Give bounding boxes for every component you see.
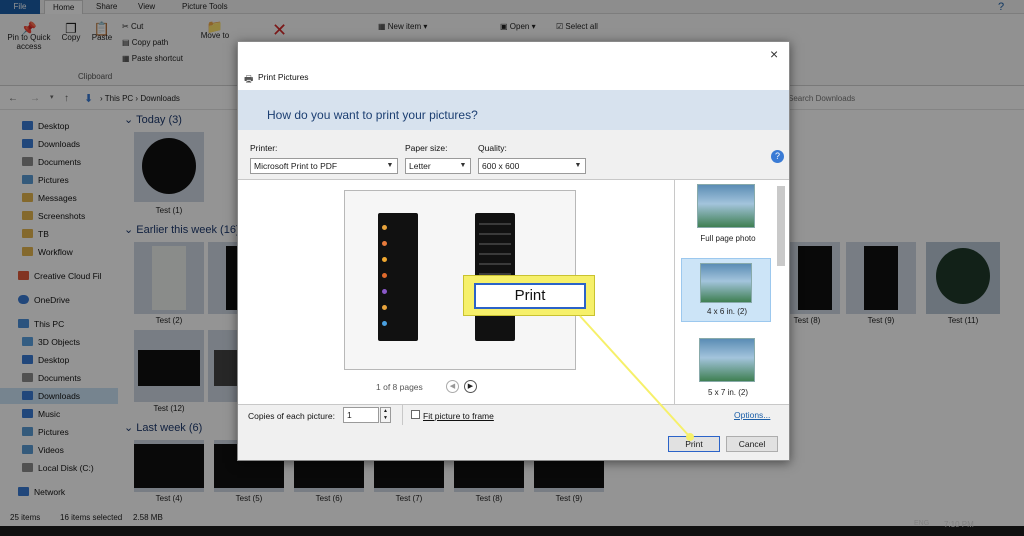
callout-line [579, 315, 691, 438]
callout-pointer [579, 315, 694, 441]
callout-dot [686, 433, 694, 441]
